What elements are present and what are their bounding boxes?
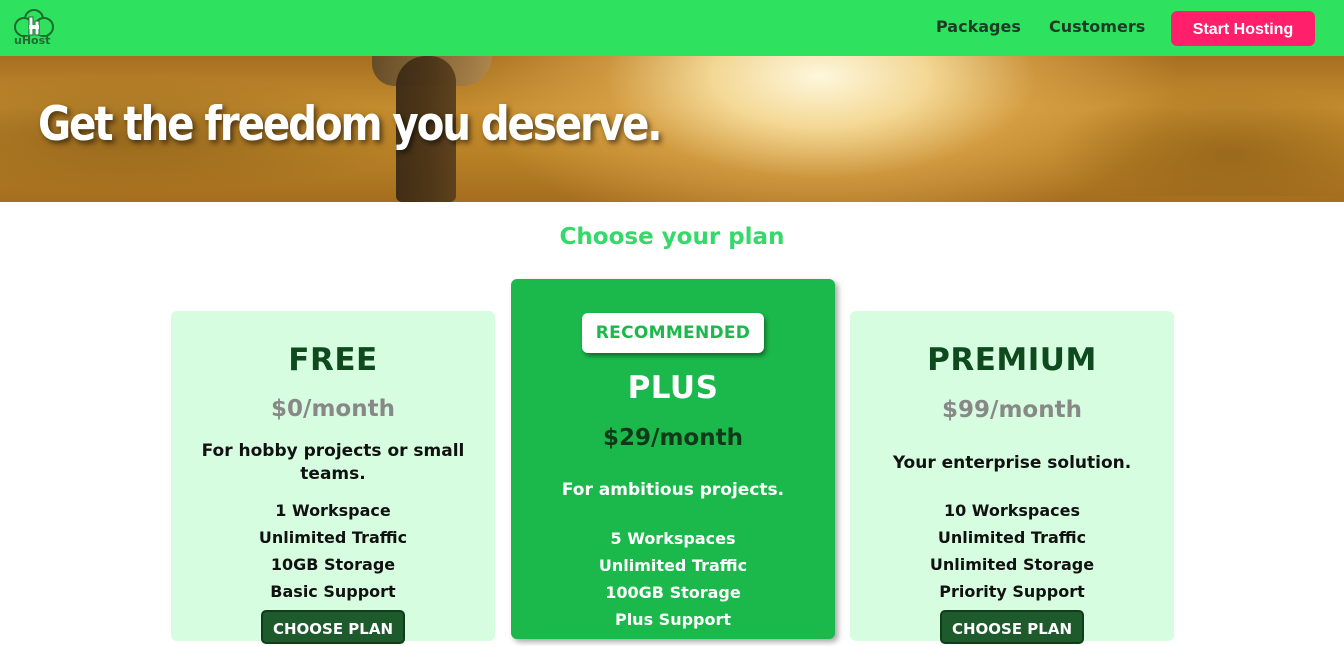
- plan-feature-list: 1 Workspace Unlimited Traffic 10GB Stora…: [171, 497, 495, 605]
- uhost-logo[interactable]: uHost: [13, 7, 55, 51]
- plan-feature: Unlimited Traffic: [598, 556, 748, 575]
- choose-plan-button[interactable]: CHOOSE PLAN: [261, 610, 405, 644]
- plan-feature: Basic Support: [270, 582, 396, 601]
- plan-feature: Unlimited Traffic: [258, 528, 408, 547]
- plan-feature-list: 5 Workspaces Unlimited Traffic 100GB Sto…: [511, 525, 835, 633]
- start-hosting-button[interactable]: Start Hosting: [1171, 11, 1315, 46]
- plan-description: Your enterprise solution.: [892, 453, 1132, 473]
- plan-description: For hobby projects or small teams.: [201, 441, 465, 484]
- plan-name: PREMIUM: [927, 342, 1097, 378]
- plan-feature: 1 Workspace: [275, 501, 391, 520]
- plan-price: $0/month: [271, 396, 395, 422]
- nav-link-packages[interactable]: Packages: [936, 17, 1021, 37]
- main-header: uHost Packages Customers Start Hosting: [0, 0, 1344, 56]
- hero-cloud: [1050, 86, 1344, 196]
- plan-feature-list: 10 Workspaces Unlimited Traffic Unlimite…: [850, 497, 1174, 605]
- plan-feature: Priority Support: [939, 582, 1085, 601]
- plan-feature: Unlimited Traffic: [937, 528, 1087, 547]
- plan-name: FREE: [288, 342, 378, 378]
- choose-plan-button[interactable]: CHOOSE PLAN: [940, 610, 1084, 644]
- plan-feature: Plus Support: [614, 610, 732, 629]
- plan-description: For ambitious projects.: [561, 480, 785, 500]
- plans-section-title: Choose your plan: [559, 224, 785, 250]
- plan-card-plus: RECOMMENDED PLUS $29/month For ambitious…: [511, 279, 835, 639]
- nav-link-customers[interactable]: Customers: [1049, 17, 1145, 37]
- hero-title: Get the freedom you deserve.: [38, 97, 663, 152]
- plan-card-free: FREE $0/month For hobby projects or smal…: [171, 311, 495, 644]
- plan-price: $29/month: [603, 425, 743, 451]
- plan-card-premium: PREMIUM $99/month Your enterprise soluti…: [850, 311, 1174, 644]
- logo-wordmark: uHost: [14, 34, 51, 47]
- plan-feature: 5 Workspaces: [610, 529, 736, 548]
- plan-name: PLUS: [627, 370, 719, 406]
- plan-feature: 10GB Storage: [270, 555, 396, 574]
- plan-feature: Unlimited Storage: [929, 555, 1095, 574]
- plan-price: $99/month: [942, 397, 1082, 423]
- plan-feature: 10 Workspaces: [943, 501, 1081, 520]
- recommended-badge: RECOMMENDED: [582, 313, 764, 353]
- plan-feature: 100GB Storage: [605, 583, 741, 602]
